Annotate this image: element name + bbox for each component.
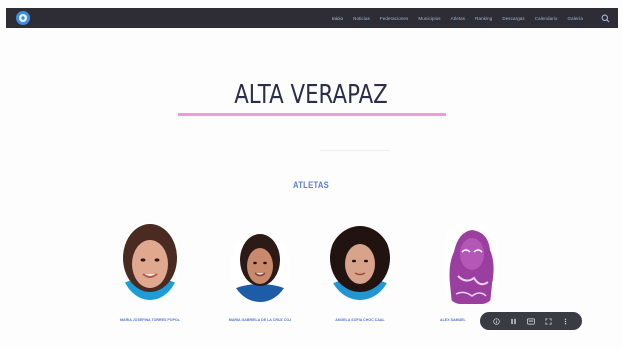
caption-icon[interactable] — [527, 317, 535, 325]
info-icon[interactable] — [493, 317, 501, 325]
nav-item-municipios[interactable]: Municipios — [413, 16, 445, 21]
page: Inicio Noticias Federaciones Municipios … — [0, 0, 622, 348]
athlete-photo[interactable] — [120, 222, 180, 300]
athlete-photo[interactable] — [444, 224, 498, 304]
expand-icon[interactable] — [544, 317, 552, 325]
nav-item-ranking[interactable]: Ranking — [470, 16, 497, 21]
more-icon[interactable] — [561, 317, 569, 325]
nav-item-federaciones[interactable]: Federaciones — [375, 16, 413, 21]
section-title-atletas: ATLETAS — [293, 180, 329, 190]
logo-icon — [19, 14, 27, 22]
nav-item-descargas[interactable]: Descargas — [497, 16, 529, 21]
athlete-photo[interactable] — [328, 226, 392, 300]
nav-item-noticias[interactable]: Noticias — [348, 16, 375, 21]
athlete-photo[interactable] — [230, 232, 290, 302]
title-underline — [178, 113, 446, 116]
nav-item-inicio[interactable]: Inicio — [327, 16, 348, 21]
search-icon[interactable] — [601, 14, 610, 23]
nav-item-calendario[interactable]: Calendario — [530, 16, 563, 21]
site-logo[interactable] — [16, 11, 30, 25]
nav-item-atletas[interactable]: Atletas — [446, 16, 470, 21]
floating-media-controls — [480, 312, 582, 330]
athlete-name[interactable]: ANGELA SOFIA CHOC CAAL — [310, 318, 410, 322]
athlete-name[interactable]: MARIA JOSEFINA TORRES POPOL — [100, 318, 200, 322]
divider — [320, 150, 390, 151]
pause-icon[interactable] — [510, 317, 518, 325]
page-title: ALTA VERAPAZ — [234, 80, 388, 110]
nav-item-galeria[interactable]: Galería — [563, 16, 588, 21]
athlete-name[interactable]: MARIA GABRIELA DE LA CRUZ COJ — [210, 318, 310, 322]
nav-menu: Inicio Noticias Federaciones Municipios … — [327, 8, 588, 28]
top-navbar: Inicio Noticias Federaciones Municipios … — [6, 8, 618, 28]
